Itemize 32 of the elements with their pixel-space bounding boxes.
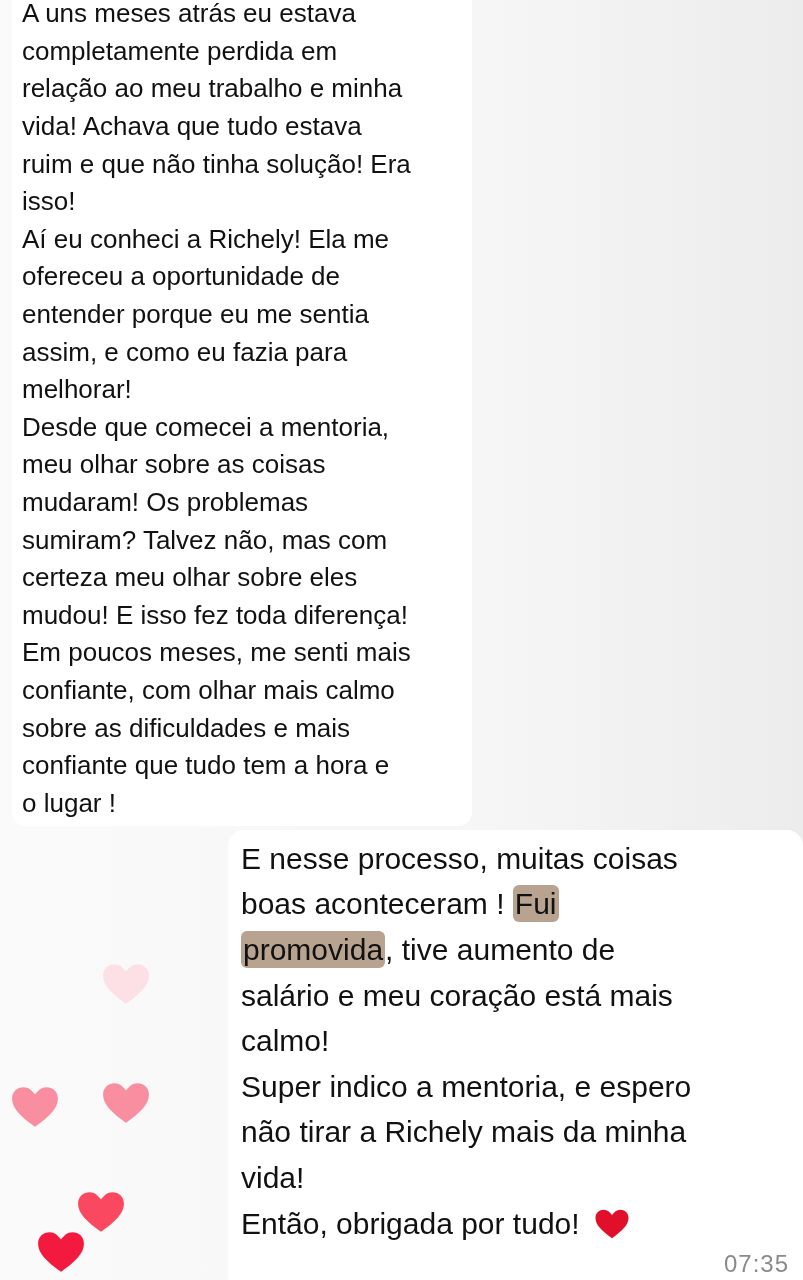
message-text: meu olhar sobre as coisas bbox=[22, 449, 326, 481]
message-text: E nesse processo, muitas coisas bbox=[241, 841, 678, 876]
message-text: isso! bbox=[22, 186, 76, 218]
message-text: confiante que tudo tem a hora e bbox=[22, 750, 390, 782]
message-text: confiante, com olhar mais calmo bbox=[22, 675, 395, 706]
message-text: não tirar a Richely mais da minha bbox=[241, 1115, 687, 1150]
message-text: A uns meses atrás eu estava bbox=[22, 0, 356, 30]
message-text: Em poucos meses, me senti mais bbox=[22, 637, 411, 669]
message-text: mudou! E isso fez toda diferença! bbox=[22, 599, 408, 631]
message-text: salário e meu coração está mais bbox=[241, 978, 673, 1013]
message-text: o lugar ! bbox=[22, 787, 116, 819]
message-text: sobre as dificuldades e mais bbox=[22, 712, 351, 744]
message-text: mudaram! Os problemas bbox=[22, 487, 309, 518]
message-text: promovida, tive aumento de bbox=[241, 933, 616, 968]
message-text: melhorar! bbox=[22, 374, 132, 406]
message-time: 07:35 bbox=[722, 1250, 789, 1279]
message-text: Aí eu conheci a Richely! Ela me bbox=[22, 223, 390, 255]
message-text: ofereceu a oportunidade de bbox=[22, 261, 341, 293]
message-text: completamente perdida em bbox=[22, 35, 338, 67]
message-text: Então, obrigada por tudo! bbox=[241, 1206, 580, 1241]
message-text: calmo! bbox=[241, 1024, 330, 1059]
message-text: boas aconteceram ! Fui bbox=[241, 887, 559, 922]
message-text: sumiram? Talvez não, mas com bbox=[22, 524, 388, 556]
message-text: ruim e que não tinha solução! Era bbox=[22, 148, 411, 180]
message-text: certeza meu olhar sobre eles bbox=[22, 562, 358, 594]
message-text: Super indico a mentoria, e espero bbox=[241, 1069, 692, 1104]
message-text: vida! Achava que tudo estava bbox=[22, 111, 362, 143]
message-text: entender porque eu me sentia bbox=[22, 299, 369, 331]
message-text: relação ao meu trabalho e minha bbox=[22, 73, 403, 105]
message-text: assim, e como eu fazia para bbox=[22, 336, 348, 368]
message-text: vida! bbox=[241, 1161, 305, 1195]
message-text: Desde que comecei a mentoria, bbox=[22, 411, 390, 443]
